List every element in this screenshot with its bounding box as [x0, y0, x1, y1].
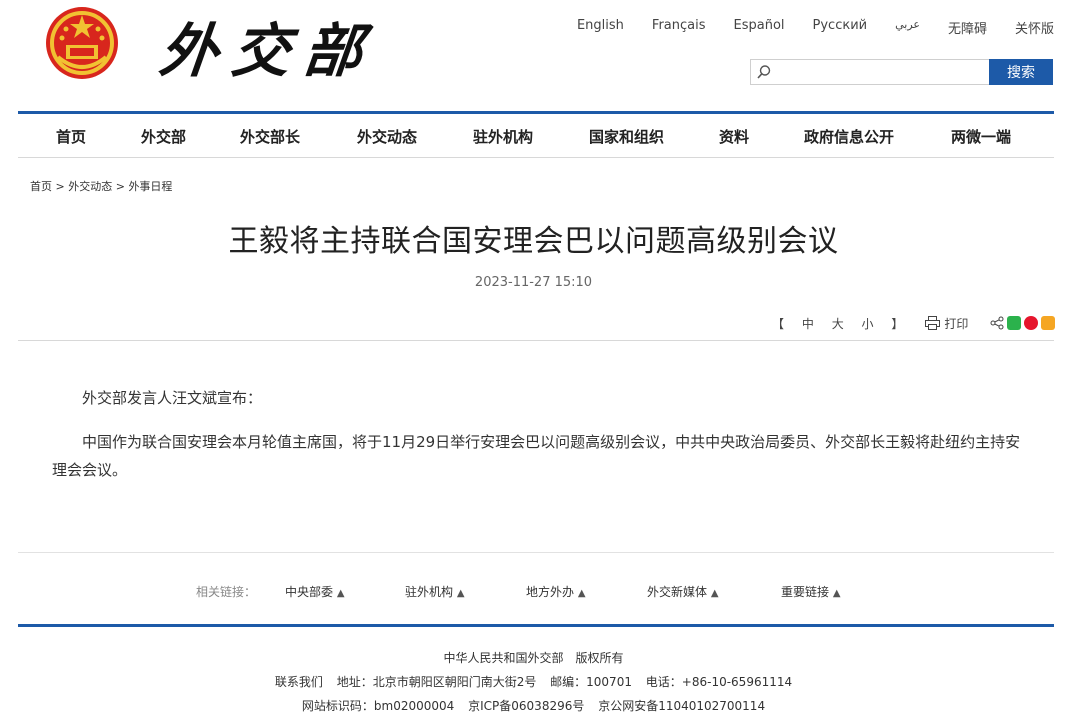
lang-english-link[interactable]: English: [577, 18, 624, 37]
triangle-up-icon: ▲: [336, 588, 345, 599]
article-title: 王毅将主持联合国安理会巴以问题高级别会议: [228, 224, 839, 259]
nav-item-missions-abroad[interactable]: 驻外机构: [473, 126, 533, 147]
lang-french-link[interactable]: Français: [652, 18, 706, 37]
font-bracket-close: 】: [891, 316, 904, 331]
language-bar: English Français Español Русский عربي 无障…: [549, 18, 1054, 37]
article-date: 2023-11-27 15:10: [474, 275, 593, 290]
article-paragraph: 中国作为联合国安理会本月轮值主席国，将于11月29日举行安理会巴以问题高级别会议…: [52, 433, 1021, 479]
link-important-links-dropdown[interactable]: 重要链接 ▲: [781, 583, 841, 600]
link-missions-abroad-dropdown[interactable]: 驻外机构 ▲: [405, 583, 465, 600]
lang-spanish-link[interactable]: Español: [734, 18, 785, 37]
weibo-share-icon[interactable]: [1024, 316, 1039, 330]
triangle-up-icon: ▲: [710, 588, 719, 599]
qzone-share-icon[interactable]: [1041, 316, 1056, 330]
national-emblem-icon: [44, 5, 120, 81]
footer-contact-row: 联系我们 地址：北京市朝阳区朝阳门南大街2号 邮编：100701 电话：+86-…: [0, 673, 1067, 690]
nav-item-ministry[interactable]: 外交部: [141, 126, 186, 147]
nav-item-government-info[interactable]: 政府信息公开: [804, 126, 894, 147]
font-size-control: 【 中 大 小 】: [772, 315, 917, 332]
share-icon[interactable]: [990, 316, 1004, 330]
font-size-small-button[interactable]: 小: [862, 317, 874, 331]
print-label: 打印: [944, 316, 969, 331]
nav-item-home[interactable]: 首页: [56, 126, 86, 147]
footer-postcode: 邮编：100701: [550, 675, 632, 689]
footer-police-link[interactable]: 京公网安备11040102700114: [598, 699, 765, 713]
printer-icon: [925, 316, 941, 330]
footer-phone: 电话：+86-10-65961114: [645, 675, 793, 689]
main-nav: 首页 外交部 外交部长 外交动态 驻外机构 国家和组织 资料 政府信息公开 两微…: [18, 114, 1054, 158]
nav-item-resources[interactable]: 资料: [719, 126, 749, 147]
link-local-foreign-affairs-dropdown[interactable]: 地方外办 ▲: [526, 583, 586, 600]
nav-item-countries-organizations[interactable]: 国家和组织: [589, 126, 664, 147]
print-button[interactable]: 打印: [925, 315, 968, 332]
nav-item-social-media[interactable]: 两微一端: [951, 126, 1011, 147]
breadcrumb-schedule[interactable]: 外事日程: [128, 180, 172, 193]
breadcrumb-separator: >: [115, 180, 125, 193]
font-size-large-button[interactable]: 中: [802, 317, 814, 331]
related-links-label: 相关链接：: [196, 585, 257, 599]
triangle-up-icon: ▲: [832, 588, 841, 599]
search-bar: 搜索: [750, 59, 1053, 85]
footer-top-border: [18, 624, 1054, 627]
contact-us-link[interactable]: 联系我们: [275, 675, 323, 689]
links-divider: [18, 552, 1054, 553]
breadcrumb: 首页 > 外交动态 > 外事日程: [30, 178, 172, 194]
article-tools: 【 中 大 小 】 打印: [772, 314, 1056, 332]
nav-bottom-border: [18, 157, 1054, 158]
footer-registration-row: 网站标识码：bm02000004 京ICP备06038296号 京公网安备110…: [0, 697, 1067, 714]
link-new-media-dropdown[interactable]: 外交新媒体 ▲: [647, 583, 719, 600]
font-size-medium-button[interactable]: 大: [832, 317, 844, 331]
footer-address: 地址：北京市朝阳区朝阳门南大街2号: [336, 675, 537, 689]
search-button[interactable]: 搜索: [989, 59, 1053, 85]
lang-russian-link[interactable]: Русский: [813, 18, 868, 37]
ministry-logo-calligraphy[interactable]: 外交部: [155, 6, 380, 96]
link-central-ministries-dropdown[interactable]: 中央部委 ▲: [285, 583, 345, 600]
wechat-share-icon[interactable]: [1007, 316, 1022, 330]
breadcrumb-diplomatic-news[interactable]: 外交动态: [68, 180, 112, 193]
nav-item-minister[interactable]: 外交部长: [240, 126, 300, 147]
share-bar: [990, 316, 1056, 330]
triangle-up-icon: ▲: [456, 588, 465, 599]
breadcrumb-home[interactable]: 首页: [30, 180, 52, 193]
article-paragraph: 外交部发言人汪文斌宣布：: [82, 389, 263, 407]
footer-copyright: 中华人民共和国外交部 版权所有: [443, 651, 624, 665]
footer-site-id: 网站标识码：bm02000004: [301, 699, 455, 713]
font-bracket-open: 【: [772, 316, 785, 331]
content-divider: [18, 340, 1054, 341]
nav-item-diplomatic-news[interactable]: 外交动态: [357, 126, 417, 147]
search-input[interactable]: [750, 59, 989, 85]
accessibility-link[interactable]: 无障碍: [948, 18, 987, 37]
footer-icp-link[interactable]: 京ICP备06038296号: [468, 699, 584, 713]
lang-arabic-link[interactable]: عربي: [895, 18, 920, 37]
search-icon: [757, 65, 771, 79]
triangle-up-icon: ▲: [577, 588, 586, 599]
elderly-care-mode-link[interactable]: 关怀版: [1015, 18, 1054, 37]
breadcrumb-separator: >: [55, 180, 65, 193]
